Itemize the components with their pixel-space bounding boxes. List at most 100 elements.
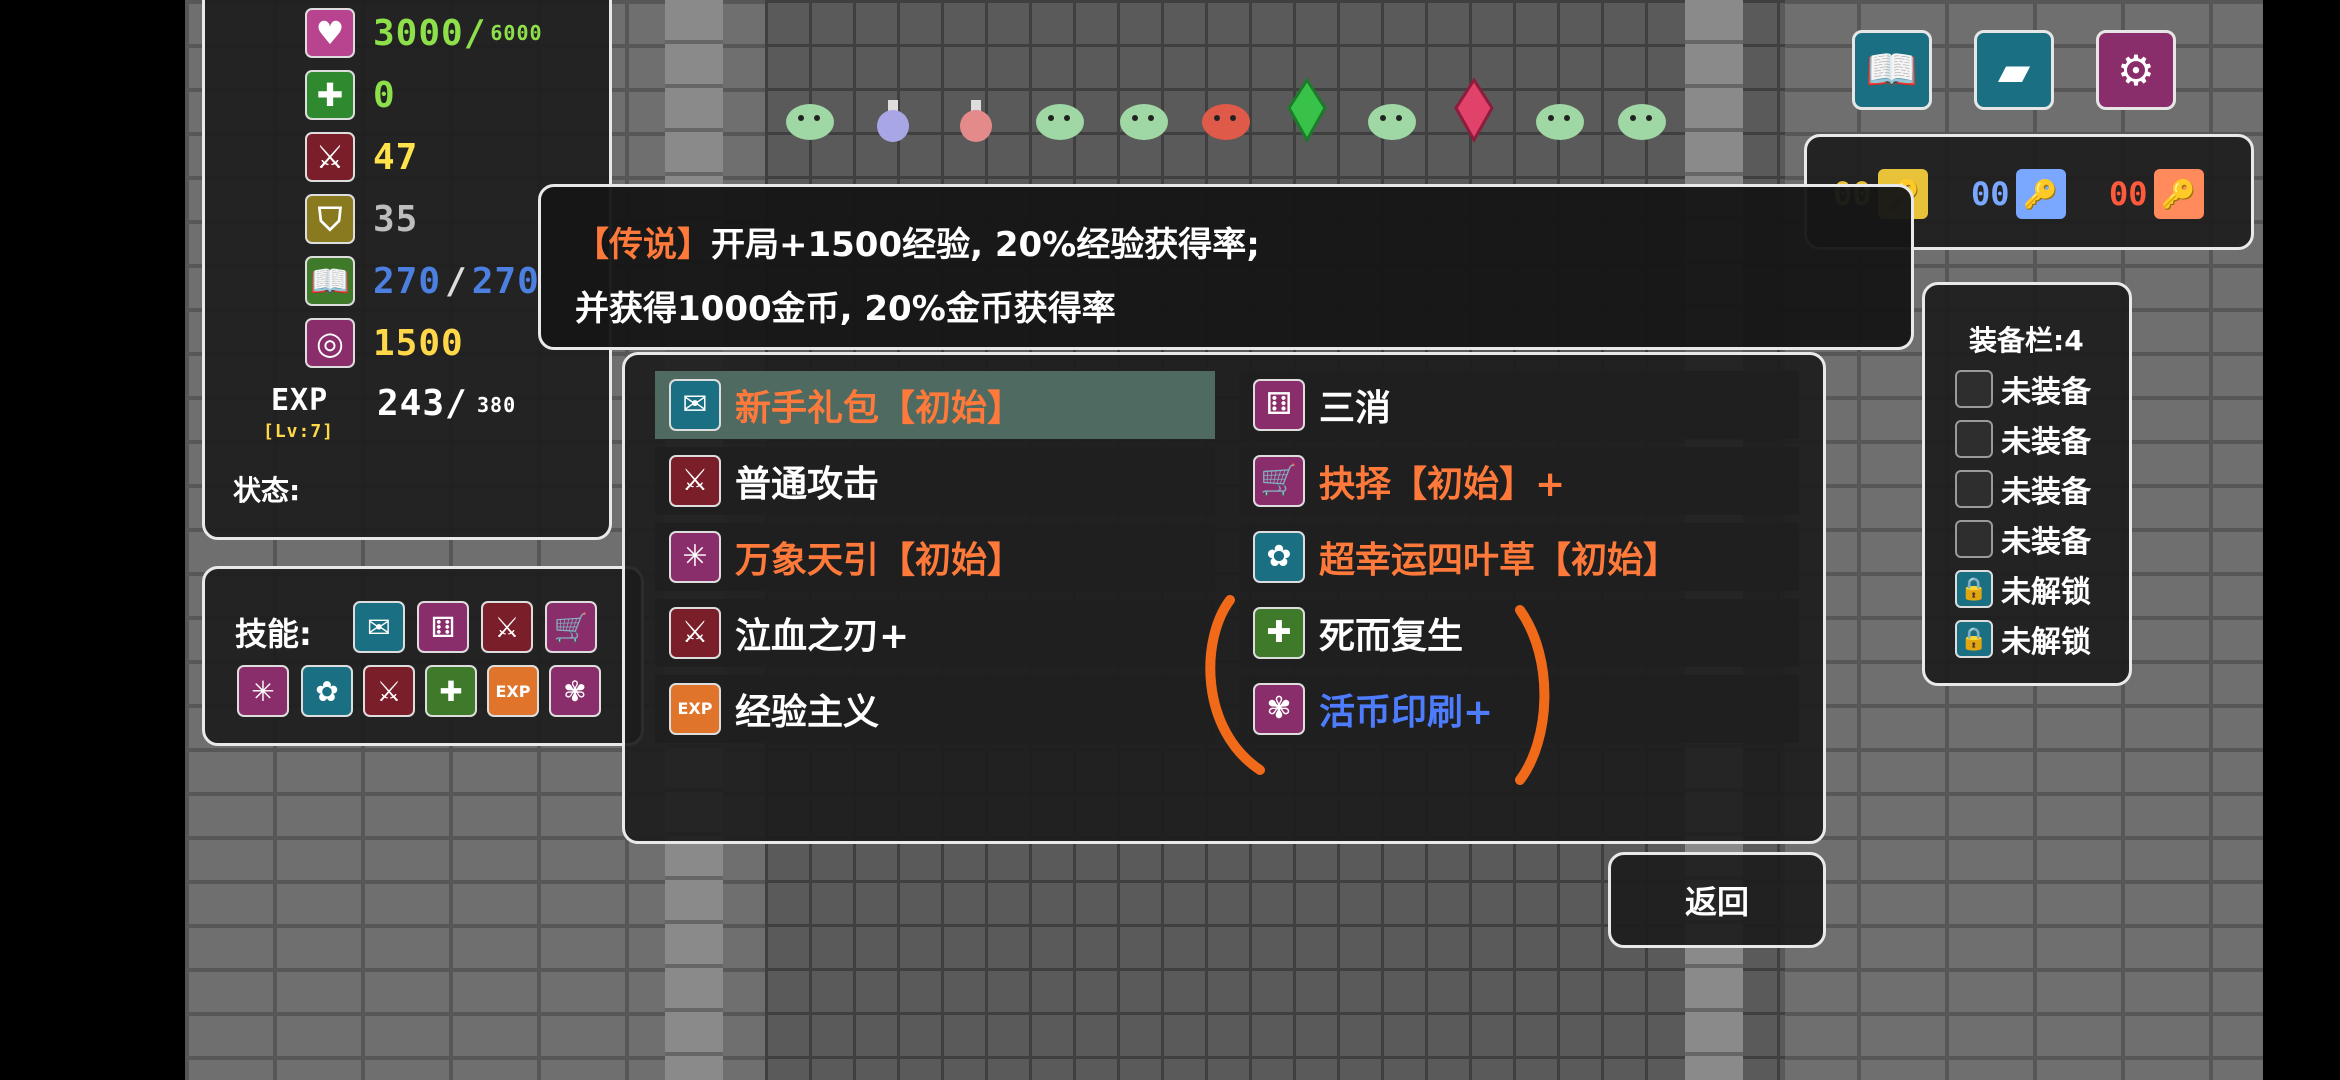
back-button[interactable]: 返回 xyxy=(1608,852,1826,948)
bloody-blade-icon: ⚔ xyxy=(669,607,721,659)
gold-row: ◎ 1500 xyxy=(305,317,464,369)
key-red: 00 🔑 xyxy=(2109,169,2204,219)
slot-checkbox xyxy=(1955,470,1993,508)
skill-label: 抉择【初始】+ xyxy=(1319,464,1566,505)
attack-value: 47 xyxy=(373,136,419,178)
tooltip-text-1: 开局+1500经验, 20%经验获得率; xyxy=(711,225,1260,265)
skill-item[interactable]: ⚅ 三消 xyxy=(1239,371,1799,439)
lock-icon: 🔒 xyxy=(1955,620,1993,658)
hp-value: 3000/ xyxy=(373,12,487,54)
skill-label: 泣血之刃+ xyxy=(735,616,910,657)
bloody-blade-icon[interactable]: ⚔ xyxy=(363,665,415,717)
potion-blue-icon[interactable] xyxy=(877,100,909,142)
skill-label: 新手礼包【初始】 xyxy=(735,388,1024,429)
key-blue: 00 🔑 xyxy=(1971,169,2066,219)
exp-up-icon[interactable]: EXP xyxy=(487,665,539,717)
envelope-icon[interactable]: ✉ xyxy=(353,601,405,653)
vortex-icon: ✳ xyxy=(669,531,721,583)
gold-value: 1500 xyxy=(373,322,464,364)
exp-label: EXP xyxy=(271,383,329,418)
skill-item[interactable]: ✿ 超幸运四叶草【初始】 xyxy=(1239,523,1799,591)
skill-item-selected[interactable]: ✉ 新手礼包【初始】 xyxy=(655,371,1215,439)
skill-item[interactable]: ⚔ 泣血之刃+ xyxy=(655,599,1215,667)
skill-label: 万象天引【初始】 xyxy=(735,540,1024,581)
vortex-icon[interactable]: ✳ xyxy=(237,665,289,717)
hp-row: ♥ 3000/ 6000 xyxy=(305,7,543,59)
key-blue-count: 00 xyxy=(1971,175,2010,213)
back-label: 返回 xyxy=(1684,883,1749,921)
gem-green-icon[interactable] xyxy=(1287,77,1327,144)
settings-wrench-icon[interactable]: ⚙ xyxy=(2096,30,2176,110)
equip-slot[interactable]: 未装备 xyxy=(1955,467,2091,511)
cart-icon: 🛒 xyxy=(1253,455,1305,507)
tooltip-text-2: 并获得1000金币, 20%金币获得率 xyxy=(575,289,1116,329)
slime-green[interactable] xyxy=(786,104,834,140)
skill-item[interactable]: ✳ 万象天引【初始】 xyxy=(655,523,1215,591)
skills-mini-panel: 技能: ✉ ⚅ ⚔ 🛒 ✳ ✿ ⚔ ✚ EXP ✾ xyxy=(202,566,644,746)
book-revive-icon[interactable]: ✚ xyxy=(425,665,477,717)
status-label: 状态: xyxy=(233,474,301,507)
level-label: [Lv:7] xyxy=(263,421,335,442)
equipment-panel: 装备栏:4 未装备 未装备 未装备 未装备 🔒 未解锁 🔒 未解锁 xyxy=(1922,282,2132,686)
tooltip-rarity-tag: 【传说】 xyxy=(575,225,711,265)
annotation-brackets xyxy=(1205,595,1550,785)
heal-row: ✚ 0 xyxy=(305,69,396,121)
skill-tooltip: 【传说】开局+1500经验, 20%经验获得率; 并获得1000金币, 20%金… xyxy=(538,184,1914,350)
skill-label: 超幸运四叶草【初始】 xyxy=(1319,540,1680,581)
slime-green[interactable] xyxy=(1618,104,1666,140)
sword-icon[interactable]: ⚔ xyxy=(481,601,533,653)
skill-item[interactable]: 🛒 抉择【初始】+ xyxy=(1239,447,1799,515)
slime-green[interactable] xyxy=(1036,104,1084,140)
mp-row: 📖 270 / 270 xyxy=(305,255,540,307)
locked-label: 未解锁 xyxy=(2001,575,2091,610)
locked-slot: 🔒 未解锁 xyxy=(1955,567,2091,611)
heart-icon: ♥ xyxy=(305,8,355,58)
dice-icon: ⚅ xyxy=(1253,379,1305,431)
cart-icon[interactable]: 🛒 xyxy=(545,601,597,653)
locked-slot: 🔒 未解锁 xyxy=(1955,617,2091,661)
clover-icon: ✿ xyxy=(1253,531,1305,583)
mp-max: 270 xyxy=(471,260,540,302)
slime-green[interactable] xyxy=(1368,104,1416,140)
lock-icon: 🔒 xyxy=(1955,570,1993,608)
skill-item[interactable]: EXP 经验主义 xyxy=(655,675,1215,743)
tooltip-line-1: 【传说】开局+1500经验, 20%经验获得率; xyxy=(575,217,1260,266)
equip-slot[interactable]: 未装备 xyxy=(1955,517,2091,561)
coin-icon: ◎ xyxy=(305,318,355,368)
slime-green[interactable] xyxy=(1536,104,1584,140)
defense-row: ⛉ 35 xyxy=(305,193,418,245)
key-red-count: 00 xyxy=(2109,175,2148,213)
hp-max: 6000 xyxy=(490,21,543,45)
equip-slot[interactable]: 未装备 xyxy=(1955,417,2091,461)
red-key-icon: 🔑 xyxy=(2153,169,2204,219)
slot-checkbox xyxy=(1955,370,1993,408)
slot-checkbox xyxy=(1955,420,1993,458)
slime-green[interactable] xyxy=(1120,104,1168,140)
coin-print-icon[interactable]: ✾ xyxy=(549,665,601,717)
envelope-icon: ✉ xyxy=(669,379,721,431)
locked-label: 未解锁 xyxy=(2001,625,2091,660)
clover-icon[interactable]: ✿ xyxy=(301,665,353,717)
exp-max: 380 xyxy=(477,393,517,417)
ticket-icon[interactable]: ▰ xyxy=(1974,30,2054,110)
exp-up-icon: EXP xyxy=(669,683,721,735)
sword-icon: ⚔ xyxy=(305,132,355,182)
sword-icon: ⚔ xyxy=(669,455,721,507)
defense-value: 35 xyxy=(373,198,419,240)
slime-red[interactable] xyxy=(1202,104,1250,140)
equip-slot[interactable]: 未装备 xyxy=(1955,367,2091,411)
heal-value: 0 xyxy=(373,74,396,116)
attack-row: ⚔ 47 xyxy=(305,131,418,183)
exp-row: EXP [Lv:7] 243/ 380 xyxy=(263,383,607,443)
skill-label: 三消 xyxy=(1319,388,1392,429)
skill-item[interactable]: ⚔ 普通攻击 xyxy=(655,447,1215,515)
skills-label: 技能: xyxy=(235,615,312,653)
gem-red-icon[interactable] xyxy=(1454,77,1494,144)
dice-icon[interactable]: ⚅ xyxy=(417,601,469,653)
shield-icon: ⛉ xyxy=(305,194,355,244)
book-icon[interactable]: 📖 xyxy=(1852,30,1932,110)
potion-red-icon[interactable] xyxy=(960,100,992,142)
slot-label: 未装备 xyxy=(2001,375,2091,410)
mp-separator: / xyxy=(445,260,468,302)
slot-label: 未装备 xyxy=(2001,475,2091,510)
